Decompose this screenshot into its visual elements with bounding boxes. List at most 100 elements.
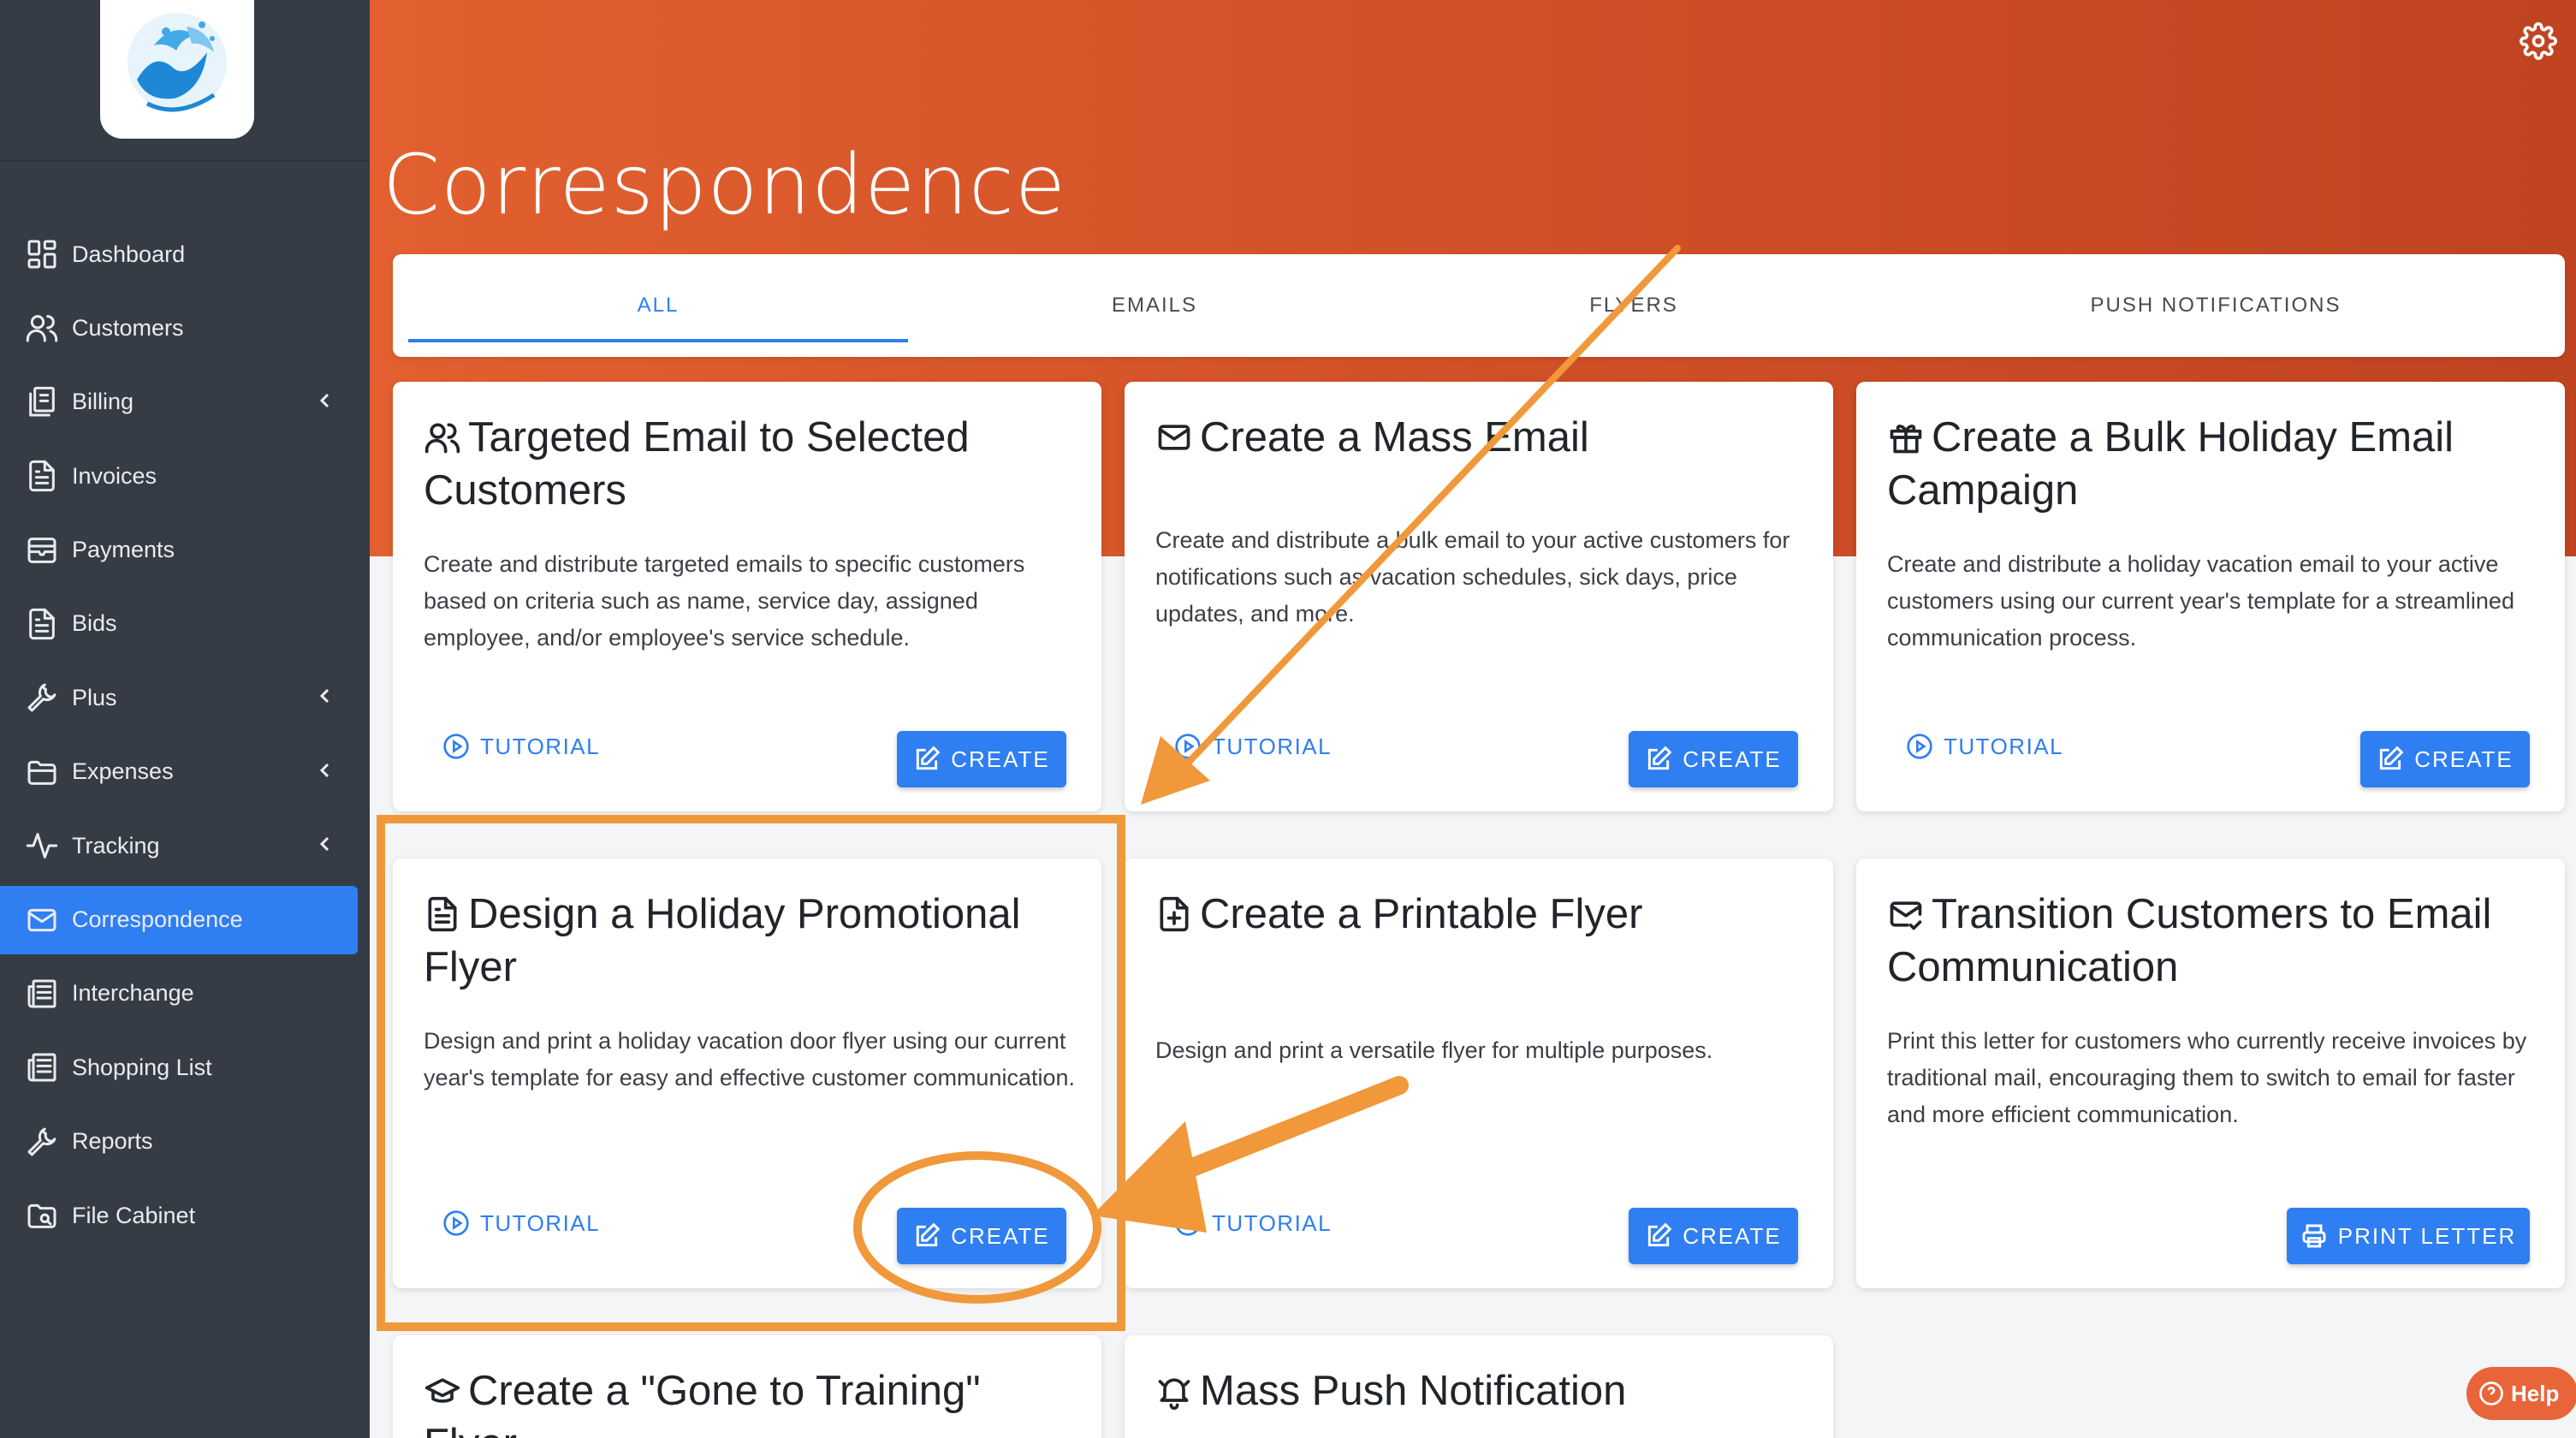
sidebar-item-tracking[interactable]: Tracking xyxy=(0,811,370,880)
chevron-left-icon[interactable] xyxy=(315,760,335,781)
card-title: Transition Customers to Email Communicat… xyxy=(1887,888,2534,994)
card-description: Create and distribute targeted emails to… xyxy=(424,551,1025,651)
card-title: Targeted Email to Selected Customers xyxy=(424,411,1071,517)
sidebar-item-correspondence[interactable]: Correspondence xyxy=(0,885,358,954)
newspaper-icon xyxy=(24,1049,60,1085)
printer-icon xyxy=(2302,1224,2326,1248)
play-circle-icon xyxy=(1175,734,1201,759)
card-holiday-promotional-flyer: Design a Holiday Promotional Flyer Desig… xyxy=(393,859,1101,1288)
tutorial-link[interactable]: TUTORIAL xyxy=(1174,733,1332,760)
card-description: Design and print a holiday vacation door… xyxy=(424,1028,1076,1090)
sidebar-item-dashboard[interactable]: Dashboard xyxy=(0,220,370,288)
bell-icon xyxy=(1155,1370,1193,1410)
chevron-left-icon[interactable] xyxy=(315,834,335,854)
edit-icon xyxy=(917,746,941,770)
sidebar: Dashboard Customers Billing Invoices Pay… xyxy=(0,0,370,1438)
tutorial-link[interactable]: TUTORIAL xyxy=(442,1209,600,1237)
card-title: Create a Mass Email xyxy=(1155,411,1802,464)
card-title: Create a Printable Flyer xyxy=(1155,888,1802,941)
create-button[interactable]: CREATE xyxy=(1629,731,1798,787)
play-circle-icon xyxy=(1907,734,1932,759)
sidebar-item-shopping-list[interactable]: Shopping List xyxy=(0,1033,370,1102)
tutorial-label: TUTORIAL xyxy=(1212,1209,1333,1236)
tab-push-notifications[interactable]: PUSH NOTIFICATIONS xyxy=(1882,254,2549,357)
gear-icon[interactable] xyxy=(2520,22,2557,60)
sidebar-item-customers[interactable]: Customers xyxy=(0,294,370,362)
sidebar-item-reports[interactable]: Reports xyxy=(0,1108,370,1176)
document-icon xyxy=(24,458,60,494)
tutorial-link[interactable]: TUTORIAL xyxy=(1174,1209,1332,1237)
card-title: Create a Bulk Holiday Email Campaign xyxy=(1887,411,2534,517)
tutorial-label: TUTORIAL xyxy=(480,733,601,759)
sidebar-item-label: Interchange xyxy=(72,980,194,1007)
sidebar-item-label: Billing xyxy=(72,389,134,415)
sidebar-item-billing[interactable]: Billing xyxy=(0,368,370,437)
edit-icon xyxy=(1648,746,1672,770)
mail-icon xyxy=(1155,416,1193,454)
app-logo[interactable] xyxy=(100,0,254,139)
wrench-icon xyxy=(24,1124,60,1160)
help-button[interactable]: Help xyxy=(2466,1367,2576,1420)
sidebar-item-label: Reports xyxy=(72,1128,153,1155)
tab-flyers[interactable]: FLYERS xyxy=(1403,254,1865,357)
sidebar-item-bids[interactable]: Bids xyxy=(0,590,370,658)
document-icon xyxy=(424,893,461,932)
card-description: Create and distribute a bulk email to yo… xyxy=(1155,527,1790,627)
card-title: Mass Push Notification xyxy=(1155,1364,1802,1417)
folder-icon xyxy=(24,754,60,790)
dashboard-icon xyxy=(24,236,60,272)
create-button[interactable]: CREATE xyxy=(1629,1208,1798,1264)
question-circle-icon xyxy=(2479,1382,2503,1405)
sidebar-item-label: Expenses xyxy=(72,758,174,785)
create-label: CREATE xyxy=(951,1222,1050,1249)
sidebar-item-interchange[interactable]: Interchange xyxy=(0,960,370,1028)
card-title-text: Create a "Gone to Training" Flyer xyxy=(424,1368,981,1438)
folder-search-icon xyxy=(24,1197,60,1233)
card-printable-flyer: Create a Printable Flyer Design and prin… xyxy=(1125,859,1833,1288)
users-icon xyxy=(24,310,60,346)
create-button[interactable]: CREATE xyxy=(897,1208,1066,1264)
create-button[interactable]: CREATE xyxy=(897,731,1066,787)
tab-emails[interactable]: EMAILS xyxy=(923,254,1386,357)
sidebar-item-plus[interactable]: Plus xyxy=(0,663,370,732)
create-label: CREATE xyxy=(1683,1222,1782,1249)
tutorial-link[interactable]: TUTORIAL xyxy=(1906,733,2063,760)
newspaper-icon xyxy=(24,976,60,1012)
sidebar-item-expenses[interactable]: Expenses xyxy=(0,738,370,806)
logo-divider xyxy=(0,160,370,162)
file-plus-icon xyxy=(1155,893,1193,932)
pulse-icon xyxy=(24,828,60,864)
card-description: Create and distribute a holiday vacation… xyxy=(1887,551,2514,651)
create-label: CREATE xyxy=(951,746,1050,772)
create-button[interactable]: CREATE xyxy=(2360,731,2530,787)
pay-the-poolman-logo-icon xyxy=(128,13,227,112)
sidebar-item-file-cabinet[interactable]: File Cabinet xyxy=(0,1181,370,1250)
sidebar-item-label: Tracking xyxy=(72,832,160,859)
users-icon xyxy=(424,416,461,454)
sidebar-item-label: Correspondence xyxy=(72,906,243,933)
play-circle-icon xyxy=(443,1210,469,1236)
help-label: Help xyxy=(2511,1380,2560,1406)
card-title-text: Transition Customers to Email Communicat… xyxy=(1887,891,2492,990)
print-letter-button[interactable]: PRINT LETTER xyxy=(2287,1208,2530,1264)
sidebar-item-payments[interactable]: Payments xyxy=(0,516,370,585)
edit-icon xyxy=(2380,746,2404,770)
gift-icon xyxy=(1887,416,1925,454)
tutorial-label: TUTORIAL xyxy=(480,1209,601,1236)
sidebar-item-label: Plus xyxy=(72,684,117,710)
card-title-text: Create a Printable Flyer xyxy=(1200,891,1643,937)
sidebar-item-invoices[interactable]: Invoices xyxy=(0,442,370,510)
edit-icon xyxy=(1648,1222,1672,1247)
edit-icon xyxy=(917,1222,941,1247)
card-title-text: Targeted Email to Selected Customers xyxy=(424,414,970,514)
sidebar-item-label: File Cabinet xyxy=(72,1202,196,1228)
tutorial-link[interactable]: TUTORIAL xyxy=(442,733,600,760)
chevron-left-icon[interactable] xyxy=(315,390,335,411)
card-title: Create a "Gone to Training" Flyer xyxy=(424,1364,1071,1438)
card-title-text: Create a Bulk Holiday Email Campaign xyxy=(1887,414,2454,514)
tutorial-label: TUTORIAL xyxy=(1212,733,1333,759)
chevron-left-icon[interactable] xyxy=(315,686,335,706)
active-tab-indicator xyxy=(408,339,908,342)
card-description: Design and print a versatile flyer for m… xyxy=(1155,1037,1713,1063)
card-mass-email: Create a Mass Email Create and distribut… xyxy=(1125,382,1833,811)
